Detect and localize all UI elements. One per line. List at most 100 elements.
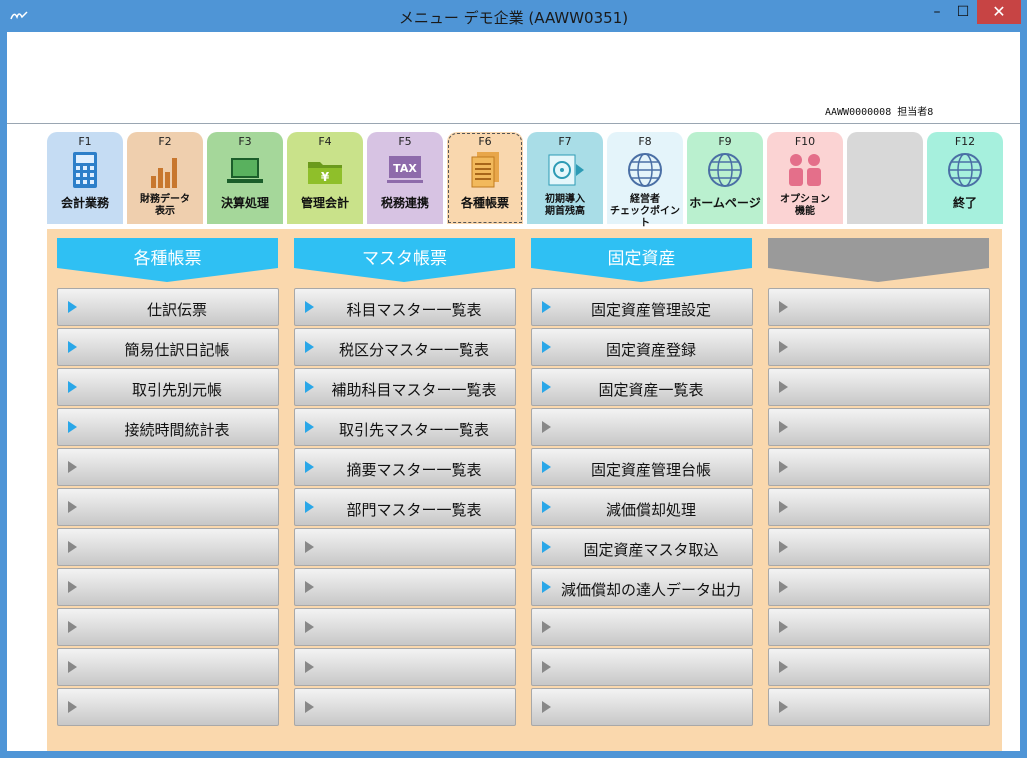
calculator-icon <box>65 150 105 190</box>
menu-list <box>768 288 991 728</box>
fkey-f12[interactable]: F12 終了 <box>927 132 1003 224</box>
menu-item-button[interactable] <box>531 648 753 686</box>
menu-item-button[interactable]: 接続時間統計表 <box>57 408 279 446</box>
fkey-number: F3 <box>238 135 252 148</box>
disc-icon <box>545 150 585 190</box>
menu-item-button[interactable]: 取引先別元帳 <box>57 368 279 406</box>
menu-item-button[interactable]: 減価償却処理 <box>531 488 753 526</box>
title-bar[interactable]: メニュー デモ企業 (AAWW0351) – ☐ ✕ <box>0 0 1027 32</box>
menu-item-button[interactable]: 摘要マスター一覧表 <box>294 448 516 486</box>
fkey-number: F6 <box>478 135 492 148</box>
menu-item-button[interactable] <box>294 608 516 646</box>
menu-item-button[interactable]: 固定資産管理台帳 <box>531 448 753 486</box>
fkey-f2[interactable]: F2 財務データ 表示 <box>127 132 203 224</box>
menu-item-button[interactable] <box>294 648 516 686</box>
fkey-label: 各種帳票 <box>460 196 509 210</box>
menu-item-button[interactable] <box>57 448 279 486</box>
menu-item-button[interactable]: 簡易仕訳日記帳 <box>57 328 279 366</box>
menu-item-button[interactable] <box>768 408 990 446</box>
column-title: マスタ帳票 <box>362 249 447 269</box>
menu-item-button[interactable] <box>768 528 990 566</box>
minimize-button[interactable]: – <box>926 0 948 24</box>
menu-column-4 <box>768 238 991 726</box>
menu-item-button[interactable] <box>57 568 279 606</box>
menu-item-button[interactable]: 科目マスター一覧表 <box>294 288 516 326</box>
menu-item-button[interactable] <box>768 368 990 406</box>
column-title: 固定資産 <box>607 249 676 269</box>
menu-item-button[interactable] <box>531 408 753 446</box>
fkey-f5[interactable]: F5 TAX 税務連携 <box>367 132 443 224</box>
menu-item-button[interactable]: 減価償却の達人データ出力 <box>531 568 753 606</box>
menu-item-button[interactable]: 固定資産マスタ取込 <box>531 528 753 566</box>
menu-item-button[interactable]: 税区分マスター一覧表 <box>294 328 516 366</box>
menu-panel: 各種帳票 仕訳伝票 簡易仕訳日記帳 取引先別元帳 接続時間統計表 マスタ帳票 科目マスター一… <box>47 229 1002 751</box>
fkey-f8[interactable]: F8 経営者 チェックポイント <box>607 132 683 229</box>
arrow-right-icon <box>68 701 77 713</box>
menu-item-button[interactable] <box>294 688 516 726</box>
menu-item-button[interactable]: 取引先マスター一覧表 <box>294 408 516 446</box>
menu-item-button[interactable]: 部門マスター一覧表 <box>294 488 516 526</box>
fkey-f9[interactable]: F9 ホームページ <box>687 132 763 224</box>
fkey-label: 会計業務 <box>60 196 109 210</box>
menu-item-button[interactable] <box>294 528 516 566</box>
menu-item-button[interactable]: 固定資産一覧表 <box>531 368 753 406</box>
menu-item-label: 減価償却処理 <box>605 501 696 519</box>
menu-item-label: 減価償却の達人データ出力 <box>560 581 741 599</box>
menu-item-button[interactable]: 仕訳伝票 <box>57 288 279 326</box>
menu-item-button[interactable] <box>768 448 990 486</box>
menu-item-button[interactable] <box>531 608 753 646</box>
fkey-number: F4 <box>318 135 332 148</box>
menu-item-button[interactable]: 固定資産管理設定 <box>531 288 753 326</box>
menu-item-button[interactable] <box>57 608 279 646</box>
menu-item-label: 仕訳伝票 <box>146 301 207 319</box>
arrow-right-icon <box>68 661 77 673</box>
menu-item-button[interactable] <box>57 488 279 526</box>
menu-item-label: 固定資産マスタ取込 <box>583 541 719 559</box>
svg-text:¥: ¥ <box>321 170 330 184</box>
fkey-number: F5 <box>398 135 412 148</box>
fkey-number: F2 <box>158 135 172 148</box>
arrow-right-icon <box>779 381 788 393</box>
menu-item-label: 接続時間統計表 <box>124 421 230 439</box>
menu-item-button[interactable] <box>768 648 990 686</box>
menu-item-label: 補助科目マスター一覧表 <box>331 381 497 399</box>
fkey-f10[interactable]: F10 オプション 機能 <box>767 132 843 224</box>
menu-item-button[interactable]: 固定資産登録 <box>531 328 753 366</box>
arrow-right-icon <box>779 301 788 313</box>
fkey-label: オプション 機能 <box>780 194 830 217</box>
fkey-f3[interactable]: F3 決算処理 <box>207 132 283 224</box>
tax-icon: TAX <box>385 150 425 190</box>
svg-text:TAX: TAX <box>393 162 417 175</box>
menu-column-2: マスタ帳票科目マスター一覧表 税区分マスター一覧表補助科目マスター一覧表取引先マス… <box>294 238 517 726</box>
column-title: 各種帳票 <box>133 249 202 269</box>
fkey-f7[interactable]: F7 初期導入 期首残高 <box>527 132 603 224</box>
menu-item-button[interactable] <box>768 608 990 646</box>
menu-item-button[interactable] <box>294 568 516 606</box>
fkey-f1[interactable]: F1 会計業務 <box>47 132 123 224</box>
arrow-right-icon <box>542 421 551 433</box>
menu-item-button[interactable] <box>57 688 279 726</box>
menu-item-button[interactable] <box>768 568 990 606</box>
close-button[interactable]: ✕ <box>977 0 1021 24</box>
maximize-button[interactable]: ☐ <box>952 0 974 24</box>
arrow-right-icon <box>542 661 551 673</box>
fkey-f6[interactable]: F6 各種帳票 <box>447 132 523 224</box>
fkey-label: 財務データ 表示 <box>140 194 190 217</box>
arrow-right-icon <box>305 621 314 633</box>
menu-item-button[interactable] <box>57 648 279 686</box>
menu-item-button[interactable] <box>768 288 990 326</box>
arrow-right-icon <box>542 621 551 633</box>
menu-item-button[interactable] <box>768 328 990 366</box>
bar-chart-icon <box>145 150 185 190</box>
fkey-number: F7 <box>558 135 572 148</box>
menu-item-button[interactable]: 補助科目マスター一覧表 <box>294 368 516 406</box>
arrow-right-icon <box>779 541 788 553</box>
fkey-f4[interactable]: F4 ¥ 管理会計 <box>287 132 363 224</box>
menu-item-button[interactable] <box>768 688 990 726</box>
client-area: AAWW0000008 担当者8 F1 会計業務 F2 財務データ 表示 F3 決算処理 F… <box>7 32 1020 751</box>
menu-item-button[interactable] <box>57 528 279 566</box>
user-info: AAWW0000008 担当者8 <box>825 107 934 118</box>
menu-item-button[interactable] <box>768 488 990 526</box>
menu-item-button[interactable] <box>531 688 753 726</box>
menu-list: 仕訳伝票簡易仕訳日記帳 取引先別元帳接続時間統計表 <box>57 288 280 728</box>
